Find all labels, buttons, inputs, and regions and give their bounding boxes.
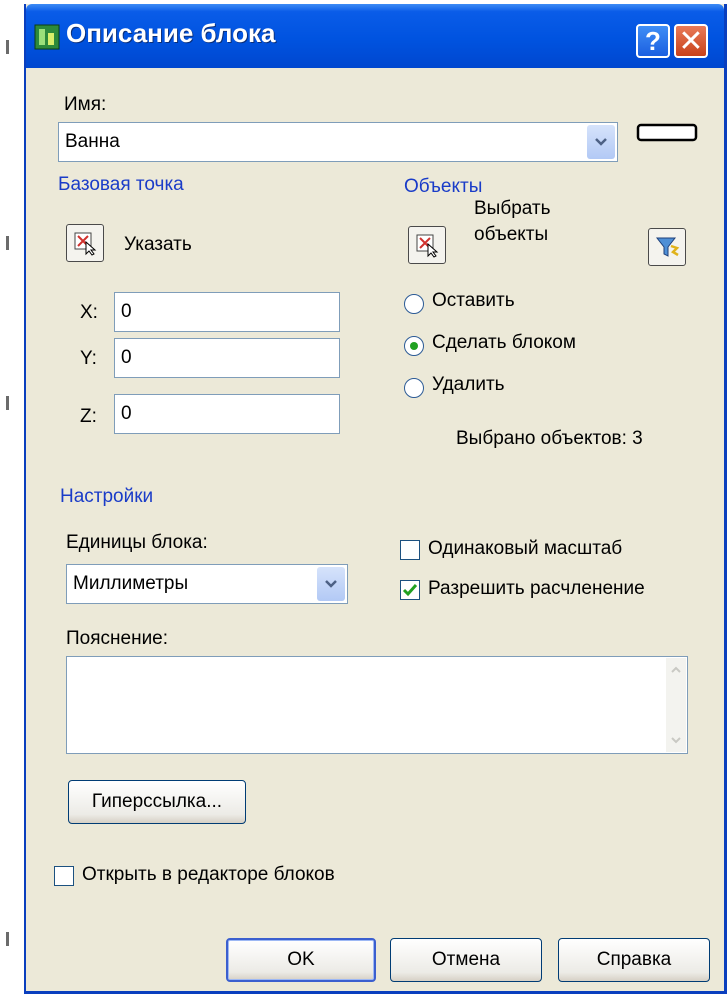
- block-units-label: Единицы блока:: [66, 532, 208, 553]
- hyperlink-button[interactable]: Гиперссылка...: [68, 780, 246, 824]
- objects-heading: Объекты: [404, 176, 483, 197]
- edge-mark: [6, 396, 9, 410]
- name-label: Имя:: [64, 94, 107, 115]
- x-label: X:: [80, 302, 98, 323]
- select-objects-label-line2: объекты: [474, 224, 549, 245]
- edge-mark: [6, 932, 9, 946]
- y-coordinate-input[interactable]: 0: [114, 338, 340, 378]
- scrollbar-arrows: [671, 666, 681, 744]
- checkmark-icon: [402, 584, 418, 597]
- edge-mark: [6, 40, 9, 54]
- selected-objects-count: Выбрано объектов: 3: [456, 428, 643, 449]
- z-value: 0: [121, 403, 132, 424]
- chevron-down-icon[interactable]: [317, 567, 345, 601]
- description-label: Пояснение:: [66, 628, 169, 649]
- allow-explode-label: Разрешить расчленение: [428, 578, 645, 599]
- retain-radio[interactable]: [404, 294, 424, 314]
- close-icon: ✕: [678, 24, 704, 58]
- background-window-edge: [0, 0, 20, 994]
- z-label: Z:: [80, 406, 97, 427]
- convert-to-block-label: Сделать блоком: [432, 332, 576, 353]
- allow-explode-checkbox[interactable]: [400, 580, 420, 600]
- select-objects-icon: [416, 234, 439, 258]
- title-bar[interactable]: Описание блока ? ✕: [26, 4, 724, 68]
- close-button[interactable]: ✕: [674, 24, 708, 58]
- convert-to-block-radio[interactable]: [404, 336, 424, 356]
- x-coordinate-input[interactable]: 0: [114, 292, 340, 332]
- retain-label: Оставить: [432, 290, 515, 311]
- help-button[interactable]: Справка: [558, 938, 710, 982]
- z-coordinate-input[interactable]: 0: [114, 394, 340, 434]
- description-scrollbar[interactable]: [666, 658, 686, 752]
- dialog-title: Описание блока: [66, 18, 276, 48]
- name-value: Ванна: [65, 131, 120, 152]
- pick-point-icon: [74, 232, 97, 256]
- delete-radio[interactable]: [404, 378, 424, 398]
- edge-mark: [6, 236, 9, 250]
- block-definition-dialog: Описание блока ? ✕ Имя: Ванна Базовая то…: [24, 4, 727, 994]
- block-preview-icon: [636, 123, 698, 142]
- filter-funnel-icon: [655, 237, 680, 257]
- ok-button[interactable]: OK: [226, 938, 376, 982]
- open-in-block-editor-label: Открыть в редакторе блоков: [82, 864, 335, 885]
- description-textarea[interactable]: [66, 656, 688, 754]
- base-point-heading: Базовая точка: [58, 174, 184, 195]
- name-combobox[interactable]: Ванна: [58, 122, 618, 162]
- select-objects-label-line1: Выбрать: [474, 198, 551, 219]
- cancel-button[interactable]: Отмена: [390, 938, 542, 982]
- scale-uniformly-checkbox[interactable]: [400, 540, 420, 560]
- specify-label: Указать: [124, 234, 192, 255]
- block-units-value: Миллиметры: [73, 573, 189, 594]
- chevron-down-icon[interactable]: [587, 125, 615, 159]
- help-title-button[interactable]: ?: [636, 24, 670, 58]
- y-value: 0: [121, 347, 132, 368]
- block-app-icon: [34, 24, 60, 50]
- scale-uniformly-label: Одинаковый масштаб: [428, 538, 623, 559]
- quick-select-button[interactable]: [648, 228, 686, 266]
- select-objects-button[interactable]: [408, 226, 446, 264]
- open-in-block-editor-checkbox[interactable]: [54, 866, 74, 886]
- y-label: Y:: [80, 348, 97, 369]
- block-units-combobox[interactable]: Миллиметры: [66, 564, 348, 604]
- question-icon: ?: [645, 25, 661, 56]
- settings-heading: Настройки: [60, 486, 154, 507]
- delete-label: Удалить: [432, 374, 505, 395]
- pick-point-button[interactable]: [66, 224, 104, 262]
- x-value: 0: [121, 301, 132, 322]
